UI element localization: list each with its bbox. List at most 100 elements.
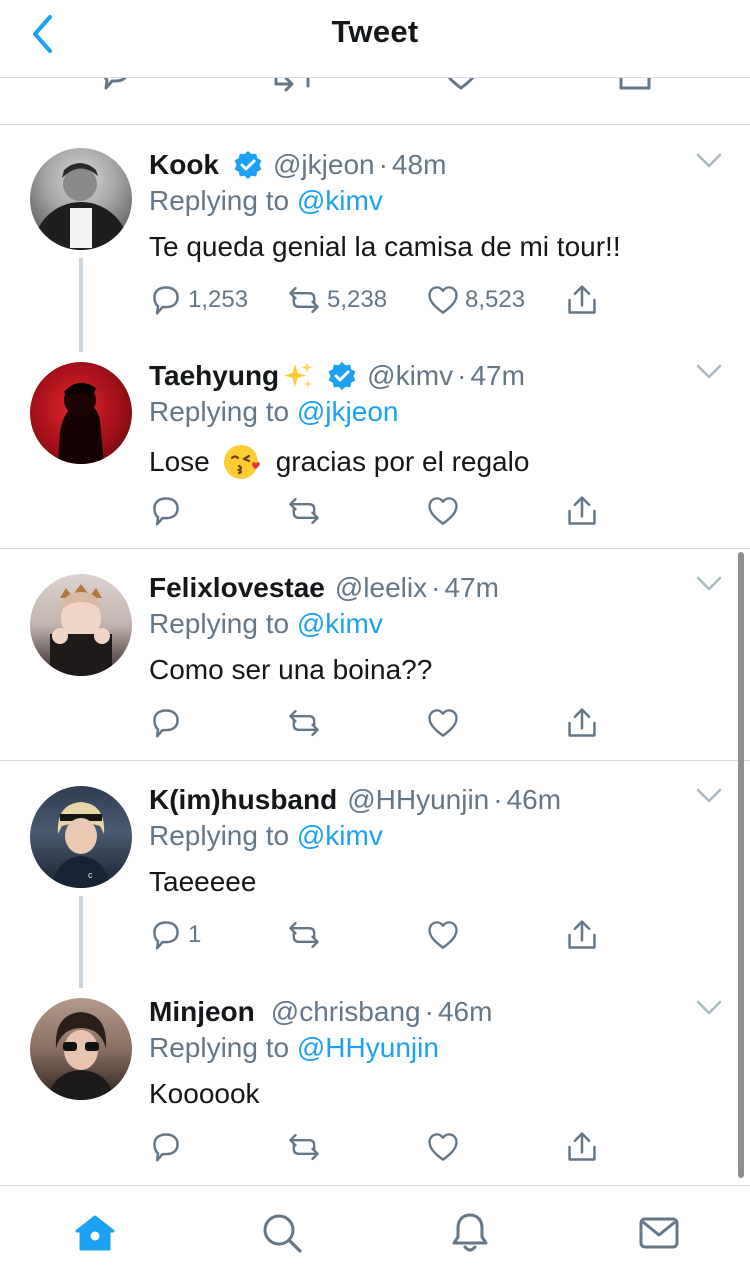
like-button[interactable] — [427, 706, 459, 740]
reply-icon — [153, 497, 179, 526]
retweet-button[interactable] — [287, 918, 321, 952]
replying-to: Replying to @kimv — [149, 185, 383, 217]
avatar-image — [50, 584, 112, 676]
like-button[interactable] — [427, 1130, 459, 1164]
tab-search[interactable] — [257, 1208, 307, 1258]
tweet-actions — [150, 494, 610, 528]
tab-notifications[interactable] — [445, 1208, 495, 1258]
like-button[interactable] — [427, 494, 459, 528]
scrollbar[interactable] — [738, 552, 744, 1178]
share-button[interactable] — [566, 918, 598, 952]
tweet-text: Lose gracias por el regalo — [149, 442, 529, 482]
retweet-icon — [289, 921, 319, 949]
tweet-item[interactable]: Kook @jkjeon · 48m Replying to @kimv Te … — [0, 145, 750, 352]
share-icon — [568, 1132, 596, 1161]
avatar[interactable]: c — [30, 786, 132, 888]
user-handle[interactable]: @chrisbang — [271, 996, 421, 1028]
svg-text:c: c — [88, 870, 93, 880]
user-name[interactable]: Felixlovestae — [149, 572, 325, 604]
reply-button[interactable] — [150, 706, 182, 740]
like-count: 8,523 — [465, 286, 526, 313]
tweet-header: Minjeon @chrisbang · 46m — [149, 992, 492, 1032]
share-button[interactable] — [566, 706, 598, 740]
share-icon — [568, 285, 596, 314]
like-icon — [428, 1133, 458, 1161]
tweet-item[interactable]: Felixlovestae @leelix · 47m Replying to … — [0, 568, 750, 761]
avatar[interactable] — [30, 574, 132, 676]
tab-home[interactable] — [70, 1208, 120, 1258]
chevron-down-icon[interactable] — [696, 788, 722, 804]
tweet-header: Taehyung @kimv · 47m — [149, 356, 525, 396]
tab-messages[interactable] — [634, 1208, 684, 1258]
mention-link[interactable]: @HHyunjin — [297, 1032, 439, 1063]
reply-icon — [153, 286, 179, 315]
user-name[interactable]: Minjeon — [149, 996, 255, 1028]
verified-badge-icon — [233, 150, 263, 180]
mention-link[interactable]: @kimv — [297, 185, 383, 216]
tweet-item[interactable]: c K(im)husband @HHyunjin · 46m Replying … — [0, 780, 750, 988]
share-button[interactable] — [566, 494, 598, 528]
time-separator: · — [457, 360, 467, 391]
retweet-button[interactable] — [287, 1130, 321, 1164]
user-name[interactable]: Taehyung — [149, 360, 279, 392]
retweet-button[interactable] — [287, 494, 321, 528]
mention-link[interactable]: @jkjeon — [297, 396, 399, 427]
chevron-down-icon[interactable] — [696, 364, 722, 380]
share-icon[interactable] — [616, 78, 654, 96]
time-separator: · — [424, 996, 434, 1027]
retweet-button[interactable] — [287, 706, 321, 740]
reply-button[interactable] — [150, 1130, 182, 1164]
share-icon — [568, 496, 596, 525]
kissing-face-emoji-icon — [222, 442, 262, 482]
replying-to-label: Replying to — [149, 185, 290, 216]
avatar-image — [58, 382, 104, 464]
reply-icon[interactable] — [98, 78, 134, 96]
mention-link[interactable]: @kimv — [297, 608, 383, 639]
like-icon — [428, 709, 458, 737]
tweet-time: 48m — [391, 149, 447, 180]
retweet-icon — [289, 1133, 319, 1161]
share-button[interactable] — [566, 283, 598, 317]
reply-button[interactable]: 1,253 — [150, 283, 248, 317]
user-handle[interactable]: @leelix — [335, 572, 427, 604]
replying-to: Replying to @jkjeon — [149, 396, 398, 428]
reply-icon — [153, 709, 179, 738]
reply-icon — [153, 921, 179, 950]
tweet-text: Koooook — [149, 1078, 260, 1109]
thread-line — [79, 896, 83, 988]
search-icon — [263, 1214, 302, 1253]
tweet-text: Te queda genial la camisa de mi tour!! — [149, 231, 621, 262]
like-button[interactable]: 8,523 — [427, 283, 525, 317]
user-handle[interactable]: @HHyunjin — [347, 784, 489, 816]
retweet-icon — [289, 286, 319, 314]
replying-to-label: Replying to — [149, 820, 290, 851]
avatar[interactable] — [30, 148, 132, 250]
chevron-down-icon[interactable] — [696, 1000, 722, 1016]
thread-line — [79, 258, 83, 352]
chevron-down-icon[interactable] — [696, 153, 722, 169]
tweet-item[interactable]: Minjeon @chrisbang · 46m Replying to @HH… — [0, 992, 750, 1184]
mention-link[interactable]: @kimv — [297, 820, 383, 851]
reply-button[interactable]: 1 — [150, 918, 201, 952]
like-icon — [428, 286, 458, 314]
retweet-icon[interactable] — [272, 78, 312, 96]
user-handle[interactable]: @jkjeon — [273, 149, 375, 181]
tweet-actions — [150, 706, 610, 740]
avatar[interactable] — [30, 362, 132, 464]
user-name[interactable]: Kook — [149, 149, 219, 181]
share-button[interactable] — [566, 1130, 598, 1164]
bottom-tab-bar — [0, 1185, 750, 1283]
bell-icon — [452, 1213, 488, 1252]
chevron-down-icon[interactable] — [696, 576, 722, 592]
avatar[interactable] — [30, 998, 132, 1100]
user-name[interactable]: K(im)husband — [149, 784, 337, 816]
tweet-item[interactable]: Taehyung @kimv · 47m Replying to @jkjeon… — [0, 356, 750, 549]
reply-button[interactable] — [150, 494, 182, 528]
retweet-icon — [289, 709, 319, 737]
like-icon — [428, 497, 458, 525]
like-icon[interactable] — [442, 78, 480, 96]
like-button[interactable] — [427, 918, 459, 952]
tweet-header: Felixlovestae @leelix · 47m — [149, 568, 499, 608]
retweet-button[interactable]: 5,238 — [287, 283, 387, 317]
user-handle[interactable]: @kimv — [367, 360, 453, 392]
